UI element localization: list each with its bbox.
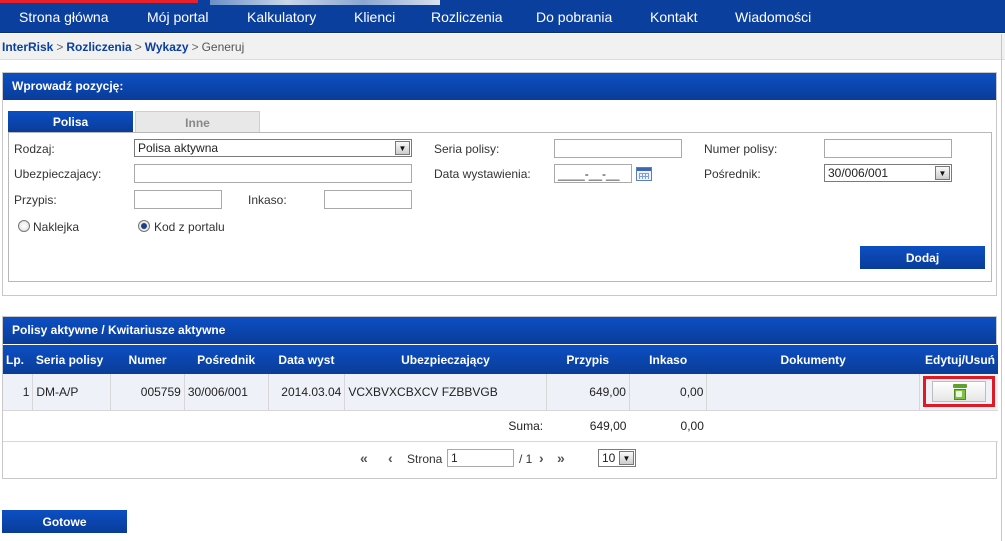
chevron-down-icon: ▼	[935, 166, 950, 180]
ubezpieczajacy-label: Ubezpieczajacy:	[14, 167, 102, 181]
chevron-down-icon: ▼	[619, 451, 634, 465]
nav-klienci[interactable]: Klienci	[354, 9, 395, 25]
inkaso-input[interactable]	[324, 190, 412, 209]
pager-label: Strona	[407, 452, 443, 466]
rodzaj-label: Rodzaj:	[14, 142, 55, 156]
col-ubezpieczajacy: Ubezpieczający	[344, 345, 547, 374]
edit-delete-highlight	[922, 376, 995, 408]
col-edytuj-usun: Edytuj/Usuń	[919, 345, 998, 374]
cell-seria: DM-A/P	[32, 374, 112, 411]
header-banner-image	[210, 0, 440, 5]
numer-polisy-input[interactable]	[824, 139, 952, 158]
posrednik-select-value: 30/006/001	[828, 166, 889, 180]
breadcrumb-interrisk[interactable]: InterRisk	[2, 40, 53, 54]
sum-row: Suma: 649,00 0,00	[3, 410, 998, 442]
cell-dokumenty	[706, 374, 920, 411]
data-wystawienia-input[interactable]: ____-__-__	[554, 164, 632, 183]
next-page-icon[interactable]: ›	[539, 451, 544, 465]
kod-z-portalu-radio[interactable]	[138, 220, 150, 232]
col-numer: Numer	[110, 345, 185, 374]
przypis-input[interactable]	[134, 190, 222, 209]
breadcrumb-separator: >	[56, 40, 64, 54]
entry-panel-title: Wprowadź pozycję:	[3, 73, 996, 100]
cell-ubezpieczajacy: VCXBVXCBXCV FZBBVGB	[344, 374, 547, 411]
cell-numer: 005759	[110, 374, 185, 411]
page-input[interactable]: 1	[447, 449, 514, 467]
last-page-icon[interactable]: »	[557, 451, 565, 465]
przypis-label: Przypis:	[14, 193, 57, 207]
calendar-icon[interactable]	[636, 167, 652, 181]
col-seria: Seria polisy	[32, 345, 111, 374]
page-size-select[interactable]: 10 ▼	[598, 449, 636, 467]
col-przypis: Przypis	[546, 345, 630, 374]
sum-empty	[706, 410, 998, 442]
chevron-down-icon: ▼	[395, 141, 410, 155]
posrednik-select[interactable]: 30/006/001 ▼	[824, 164, 952, 182]
cell-inkaso: 0,00	[629, 374, 708, 411]
col-inkaso: Inkaso	[629, 345, 707, 374]
nav-do-pobrania[interactable]: Do pobrania	[536, 9, 612, 25]
table-header-row: Lp. Seria polisy Numer Pośrednik Data wy…	[3, 345, 998, 374]
sum-label: Suma:	[3, 410, 547, 442]
policies-panel: Polisy aktywne / Kwitariusze aktywne Lp.…	[2, 316, 998, 479]
cell-lp: 1	[3, 374, 34, 411]
col-dokumenty: Dokumenty	[706, 345, 920, 374]
seria-polisy-input[interactable]	[554, 139, 682, 158]
brand-accent-bar	[0, 0, 198, 3]
nav-wiadomosci[interactable]: Wiadomości	[735, 9, 811, 25]
nav-kontakt[interactable]: Kontakt	[650, 9, 697, 25]
cell-przypis: 649,00	[546, 374, 630, 411]
nav-strona-glowna[interactable]: Strona główna	[19, 9, 109, 25]
breadcrumb-wykazy[interactable]: Wykazy	[145, 40, 189, 54]
page-size-value: 10	[602, 451, 616, 465]
first-page-icon[interactable]: «	[360, 451, 368, 465]
col-data: Data wyst	[268, 345, 345, 374]
add-button[interactable]: Dodaj	[860, 246, 985, 269]
nav-rozliczenia[interactable]: Rozliczenia	[431, 9, 503, 25]
tab-inne[interactable]: Inne	[135, 111, 260, 132]
trash-icon	[952, 384, 968, 401]
col-lp: Lp.	[3, 345, 33, 374]
rodzaj-select[interactable]: Polisa aktywna ▼	[134, 139, 412, 157]
rodzaj-select-value: Polisa aktywna	[138, 141, 219, 155]
table-row: 1 DM-A/P 005759 30/006/001 2014.03.04 VC…	[3, 374, 998, 411]
delete-button[interactable]	[931, 381, 986, 403]
kod-z-portalu-label: Kod z portalu	[154, 220, 225, 234]
breadcrumb-bar: InterRisk > Rozliczenia > Wykazy > Generuj	[0, 34, 1005, 60]
ubezpieczajacy-input[interactable]	[134, 164, 412, 183]
cell-data: 2014.03.04	[268, 374, 346, 411]
breadcrumb: InterRisk > Rozliczenia > Wykazy > Generuj	[2, 40, 244, 54]
breadcrumb-separator: >	[134, 40, 142, 54]
done-button[interactable]: Gotowe	[2, 510, 127, 533]
sum-przypis: 649,00	[546, 410, 630, 442]
breadcrumb-rozliczenia[interactable]: Rozliczenia	[66, 40, 131, 54]
pager: « ‹ Strona 1 / 1 › » 10 ▼	[3, 442, 998, 474]
prev-page-icon[interactable]: ‹	[388, 451, 393, 465]
numer-polisy-label: Numer polisy:	[704, 142, 778, 156]
policies-panel-title: Polisy aktywne / Kwitariusze aktywne	[3, 317, 996, 344]
seria-polisy-label: Seria polisy:	[434, 142, 500, 156]
scroll-edge	[1001, 34, 1002, 541]
entry-form: Rodzaj: Polisa aktywna ▼ Ubezpieczajacy:…	[8, 132, 992, 282]
entry-panel: Wprowadź pozycję: Polisa Inne Rodzaj: Po…	[2, 72, 997, 296]
naklejka-radio[interactable]	[18, 220, 30, 232]
breadcrumb-current: Generuj	[201, 40, 245, 54]
sum-inkaso: 0,00	[629, 410, 707, 442]
inkaso-label: Inkaso:	[248, 193, 287, 207]
cell-edytuj-usun	[919, 374, 998, 411]
top-navigation: Strona główna Mój portal Kalkulatory Kli…	[0, 0, 1005, 33]
nav-kalkulatory[interactable]: Kalkulatory	[247, 9, 316, 25]
tab-polisa[interactable]: Polisa	[8, 111, 133, 132]
pager-total: / 1	[519, 452, 533, 466]
nav-moj-portal[interactable]: Mój portal	[147, 9, 208, 25]
data-wystawienia-label: Data wystawienia:	[434, 167, 531, 181]
breadcrumb-separator: >	[191, 40, 199, 54]
cell-posrednik: 30/006/001	[184, 374, 269, 411]
col-posrednik: Pośrednik	[184, 345, 269, 374]
posrednik-label: Pośrednik:	[704, 167, 761, 181]
naklejka-label: Naklejka	[33, 220, 80, 234]
policies-table: Lp. Seria polisy Numer Pośrednik Data wy…	[3, 345, 998, 442]
